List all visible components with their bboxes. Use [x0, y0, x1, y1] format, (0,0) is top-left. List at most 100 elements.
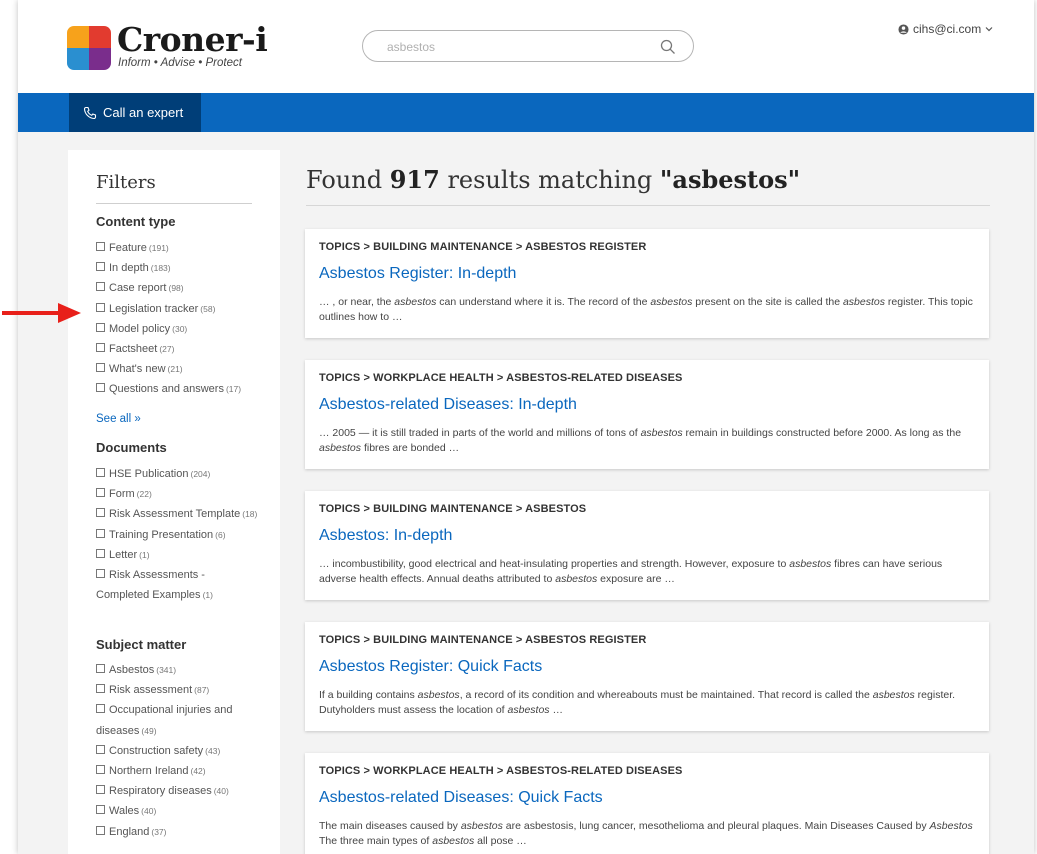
logo-name: Croner-i: [117, 20, 268, 59]
checkbox[interactable]: [96, 242, 105, 251]
keyword-highlight: asbestos: [555, 573, 598, 585]
checkbox[interactable]: [96, 785, 105, 795]
filter-northern-ireland[interactable]: Northern Ireland (42): [96, 761, 261, 781]
result-title-link[interactable]: Asbestos-related Diseases: Quick Facts: [319, 789, 603, 807]
documents-heading: Documents: [96, 440, 167, 455]
filter-whats-new[interactable]: What's new (21): [96, 359, 261, 379]
checkbox[interactable]: [96, 684, 105, 694]
search-icon[interactable]: [659, 38, 677, 56]
divider: [306, 205, 990, 206]
site-header: Croner-i Inform • Advise • Protect cihs@…: [18, 0, 1034, 93]
red-arrow-icon: [2, 303, 81, 323]
keyword-highlight: asbestos: [842, 296, 885, 308]
checkbox[interactable]: [96, 282, 105, 292]
checkbox[interactable]: [96, 548, 105, 558]
checkbox[interactable]: [96, 363, 105, 373]
documents-list: HSE Publication (204) Form (22) Risk Asses…: [96, 464, 261, 605]
checkbox[interactable]: [96, 302, 105, 312]
checkbox[interactable]: [96, 765, 105, 775]
filter-construction-safety[interactable]: Construction safety (43): [96, 741, 261, 761]
filter-risk-assessment-template[interactable]: Risk Assessment Template (18): [96, 504, 261, 524]
filter-hse-publication[interactable]: HSE Publication (204): [96, 464, 261, 484]
logo-mark-icon: [67, 26, 111, 70]
keyword-highlight: asbestos: [432, 835, 475, 847]
result-title-link[interactable]: Asbestos-related Diseases: In-depth: [319, 396, 577, 414]
call-expert-button[interactable]: Call an expert: [69, 93, 201, 132]
keyword-highlight: asbestos: [640, 427, 683, 439]
result-breadcrumb: TOPICS > BUILDING MAINTENANCE > ASBESTOS…: [319, 241, 647, 253]
filter-model-policy[interactable]: Model policy (30): [96, 319, 261, 339]
result-card[interactable]: TOPICS > WORKPLACE HEALTH > ASBESTOS-REL…: [305, 360, 989, 469]
result-breadcrumb: TOPICS > BUILDING MAINTENANCE > ASBESTOS: [319, 503, 587, 515]
filter-respiratory-diseases[interactable]: Respiratory diseases (40): [96, 781, 261, 801]
phone-icon: [83, 106, 97, 119]
result-snippet: … incombustibility, good electrical and …: [319, 558, 943, 585]
result-snippet: If a building contains asbestos, a recor…: [319, 689, 956, 716]
filter-letter[interactable]: Letter (1): [96, 545, 261, 565]
checkbox[interactable]: [96, 805, 105, 815]
search-input[interactable]: [385, 37, 649, 57]
keyword-highlight: asbestos: [507, 704, 550, 716]
filter-risk-assessment[interactable]: Risk assessment (87): [96, 680, 261, 700]
filter-form[interactable]: Form (22): [96, 484, 261, 504]
filter-occupational-injuries[interactable]: Occupational injuries and diseases (49): [96, 700, 261, 740]
checkbox[interactable]: [96, 508, 105, 518]
checkbox[interactable]: [96, 383, 105, 393]
user-icon: [898, 23, 909, 35]
checkbox[interactable]: [96, 488, 105, 498]
keyword-highlight: asbestos: [650, 296, 693, 308]
filters-sidebar: Filters Content type Feature (191) In dep…: [68, 150, 280, 854]
checkbox[interactable]: [96, 262, 105, 272]
filter-wales[interactable]: Wales (40): [96, 801, 261, 821]
result-card[interactable]: TOPICS > BUILDING MAINTENANCE > ASBESTOS…: [305, 622, 989, 731]
result-card[interactable]: TOPICS > WORKPLACE HEALTH > ASBESTOS-REL…: [305, 753, 989, 854]
checkbox[interactable]: [96, 704, 105, 714]
keyword-highlight: asbestos: [319, 442, 362, 454]
chevron-down-icon: [985, 27, 993, 32]
result-card[interactable]: TOPICS > BUILDING MAINTENANCE > ASBESTOS…: [305, 491, 989, 600]
search-box: [362, 30, 694, 62]
nav-bar: Call an expert: [18, 93, 1034, 132]
filter-legislation-tracker[interactable]: Legislation tracker (58): [96, 299, 261, 319]
checkbox[interactable]: [96, 322, 105, 332]
filter-feature[interactable]: Feature (191): [96, 238, 261, 258]
filter-factsheet[interactable]: Factsheet (27): [96, 339, 261, 359]
filter-in-depth[interactable]: In depth (183): [96, 258, 261, 278]
filter-risk-assessments-completed[interactable]: Risk Assessments - Completed Examples (1): [96, 565, 261, 605]
keyword-highlight: Asbestos: [929, 820, 973, 832]
result-breadcrumb: TOPICS > WORKPLACE HEALTH > ASBESTOS-REL…: [319, 765, 683, 777]
filter-asbestos[interactable]: Asbestos (341): [96, 660, 261, 680]
user-menu[interactable]: cihs@ci.com: [898, 22, 993, 36]
results-heading: Found 917 results matching "asbestos": [306, 165, 801, 194]
call-expert-label: Call an expert: [103, 105, 184, 120]
logo-tagline: Inform • Advise • Protect: [118, 57, 242, 69]
result-title-link[interactable]: Asbestos Register: Quick Facts: [319, 658, 542, 676]
checkbox[interactable]: [96, 468, 105, 477]
checkbox[interactable]: [96, 569, 105, 579]
result-snippet: The main diseases caused by asbestos are…: [319, 820, 973, 847]
checkbox[interactable]: [96, 744, 105, 754]
filter-england[interactable]: England (37): [96, 822, 261, 842]
result-breadcrumb: TOPICS > BUILDING MAINTENANCE > ASBESTOS…: [319, 634, 647, 646]
content-type-heading: Content type: [96, 214, 176, 229]
keyword-highlight: asbestos: [872, 689, 915, 701]
keyword-highlight: asbestos: [460, 820, 503, 832]
result-snippet: … 2005 — it is still traded in parts of …: [319, 427, 962, 454]
result-title-link[interactable]: Asbestos Register: In-depth: [319, 265, 516, 283]
result-snippet: … , or near, the asbestos can understand…: [319, 296, 973, 323]
checkbox[interactable]: [96, 343, 105, 353]
result-title-link[interactable]: Asbestos: In-depth: [319, 527, 452, 545]
checkbox[interactable]: [96, 664, 105, 673]
filter-training-presentation[interactable]: Training Presentation (6): [96, 525, 261, 545]
croner-logo[interactable]: Croner-i Inform • Advise • Protect: [67, 20, 268, 74]
subject-matter-list: Asbestos (341) Risk assessment (87) Occupa…: [96, 660, 261, 842]
page: Croner-i Inform • Advise • Protect cihs@…: [18, 0, 1034, 854]
checkbox[interactable]: [96, 825, 105, 835]
see-all-link[interactable]: See all »: [96, 413, 141, 425]
checkbox[interactable]: [96, 528, 105, 538]
filter-questions-and-answers[interactable]: Questions and answers (17): [96, 379, 261, 399]
result-card[interactable]: TOPICS > BUILDING MAINTENANCE > ASBESTOS…: [305, 229, 989, 338]
content-type-list: Feature (191) In depth (183) Case report (9…: [96, 238, 261, 400]
filter-case-report[interactable]: Case report (98): [96, 278, 261, 298]
keyword-highlight: asbestos: [394, 296, 437, 308]
